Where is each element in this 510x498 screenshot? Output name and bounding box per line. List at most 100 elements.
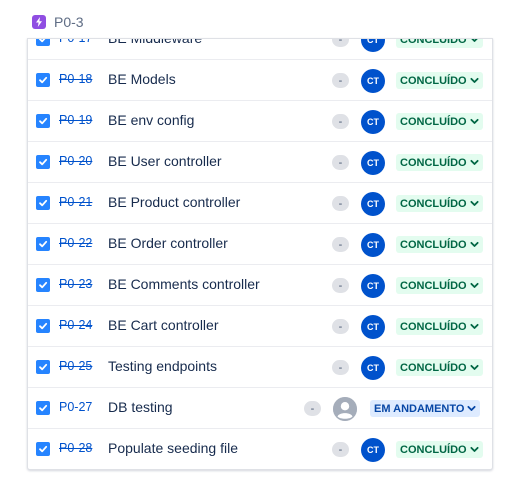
- issue-summary[interactable]: DB testing: [108, 399, 173, 415]
- assignee-avatar[interactable]: CT: [361, 38, 385, 52]
- issue-summary[interactable]: BE Order controller: [108, 235, 228, 251]
- status-label: CONCLUÍDO: [400, 74, 467, 87]
- assignee-avatar[interactable]: CT: [361, 356, 385, 380]
- priority-badge[interactable]: -: [332, 319, 349, 334]
- issue-row[interactable]: P0-17 BE Middleware - CT CONCLUÍDO: [28, 38, 492, 60]
- issue-row[interactable]: P0-20 BE User controller - CT CONCLUÍDO: [28, 142, 492, 183]
- child-issues-panel: P0-17 BE Middleware - CT CONCLUÍDO P0-18…: [27, 38, 493, 470]
- checkbox-checked-icon[interactable]: [36, 360, 50, 374]
- issue-summary[interactable]: Populate seeding file: [108, 440, 238, 456]
- status-dropdown[interactable]: CONCLUÍDO: [396, 441, 483, 458]
- status-dropdown[interactable]: CONCLUÍDO: [396, 72, 483, 89]
- checkbox-checked-icon[interactable]: [36, 155, 50, 169]
- priority-badge[interactable]: -: [332, 38, 349, 47]
- issue-key-link[interactable]: P0-20: [59, 154, 92, 168]
- issue-summary[interactable]: BE User controller: [108, 153, 222, 169]
- priority-badge[interactable]: -: [304, 401, 321, 416]
- checkbox-checked-icon[interactable]: [36, 73, 50, 87]
- status-label: CONCLUÍDO: [400, 197, 467, 210]
- issue-summary[interactable]: BE Comments controller: [108, 276, 260, 292]
- issue-key-link[interactable]: P0-23: [59, 277, 92, 291]
- checkbox-checked-icon[interactable]: [36, 237, 50, 251]
- issue-summary[interactable]: Testing endpoints: [108, 358, 217, 374]
- status-dropdown[interactable]: CONCLUÍDO: [396, 277, 483, 294]
- status-label: CONCLUÍDO: [400, 38, 467, 46]
- epic-key[interactable]: P0-3: [54, 14, 84, 30]
- issue-row[interactable]: P0-19 BE env config - CT CONCLUÍDO: [28, 101, 492, 142]
- priority-badge[interactable]: -: [332, 73, 349, 88]
- assignee-avatar[interactable]: CT: [361, 192, 385, 216]
- assignee-avatar[interactable]: CT: [361, 315, 385, 339]
- assignee-avatar[interactable]: CT: [361, 69, 385, 93]
- status-label: CONCLUÍDO: [400, 238, 467, 251]
- assignee-avatar[interactable]: CT: [361, 274, 385, 298]
- priority-badge[interactable]: -: [332, 196, 349, 211]
- priority-badge[interactable]: -: [332, 278, 349, 293]
- issue-row[interactable]: P0-21 BE Product controller - CT CONCLUÍ…: [28, 183, 492, 224]
- issue-key-link[interactable]: P0-21: [59, 195, 92, 209]
- priority-badge[interactable]: -: [332, 442, 349, 457]
- checkbox-checked-icon[interactable]: [36, 401, 50, 415]
- chevron-down-icon: [470, 118, 479, 124]
- priority-badge[interactable]: -: [332, 155, 349, 170]
- assignee-avatar[interactable]: CT: [361, 438, 385, 462]
- priority-badge[interactable]: -: [332, 114, 349, 129]
- priority-badge[interactable]: -: [332, 237, 349, 252]
- status-dropdown[interactable]: CONCLUÍDO: [396, 318, 483, 335]
- issue-key-link[interactable]: P0-22: [59, 236, 92, 250]
- chevron-down-icon: [470, 446, 479, 452]
- assignee-avatar[interactable]: CT: [361, 233, 385, 257]
- status-dropdown[interactable]: CONCLUÍDO: [396, 38, 483, 48]
- status-label: CONCLUÍDO: [400, 156, 467, 169]
- status-dropdown[interactable]: CONCLUÍDO: [396, 359, 483, 376]
- checkbox-checked-icon[interactable]: [36, 319, 50, 333]
- assignee-avatar[interactable]: CT: [361, 110, 385, 134]
- issue-row[interactable]: P0-27 DB testing - EM ANDAMENTO: [28, 388, 492, 429]
- status-dropdown[interactable]: EM ANDAMENTO: [370, 400, 481, 417]
- issue-key-link[interactable]: P0-18: [59, 72, 92, 86]
- status-label: CONCLUÍDO: [400, 361, 467, 374]
- issue-summary[interactable]: BE Product controller: [108, 194, 240, 210]
- issue-key-link[interactable]: P0-28: [59, 441, 92, 455]
- chevron-down-icon: [470, 282, 479, 288]
- issue-row[interactable]: P0-22 BE Order controller - CT CONCLUÍDO: [28, 224, 492, 265]
- checkbox-checked-icon[interactable]: [36, 442, 50, 456]
- issue-key-link[interactable]: P0-17: [59, 38, 92, 45]
- issue-row[interactable]: P0-24 BE Cart controller - CT CONCLUÍDO: [28, 306, 492, 347]
- panel-divider: [27, 38, 493, 39]
- chevron-down-icon: [470, 323, 479, 329]
- issue-summary[interactable]: BE Models: [108, 71, 176, 87]
- issue-key-link[interactable]: P0-25: [59, 359, 92, 373]
- issue-summary[interactable]: BE Middleware: [108, 38, 202, 46]
- status-dropdown[interactable]: CONCLUÍDO: [396, 195, 483, 212]
- default-avatar-icon[interactable]: [333, 397, 357, 421]
- priority-badge[interactable]: -: [332, 360, 349, 375]
- assignee-avatar[interactable]: CT: [361, 151, 385, 175]
- issue-row[interactable]: P0-25 Testing endpoints - CT CONCLUÍDO: [28, 347, 492, 388]
- checkbox-checked-icon[interactable]: [36, 114, 50, 128]
- issue-key-link[interactable]: P0-24: [59, 318, 92, 332]
- issue-row[interactable]: P0-28 Populate seeding file - CT CONCLUÍ…: [28, 429, 492, 469]
- status-dropdown[interactable]: CONCLUÍDO: [396, 236, 483, 253]
- checkbox-checked-icon[interactable]: [36, 278, 50, 292]
- epic-header[interactable]: P0-3: [32, 12, 92, 32]
- status-dropdown[interactable]: CONCLUÍDO: [396, 154, 483, 171]
- issue-row[interactable]: P0-23 BE Comments controller - CT CONCLU…: [28, 265, 492, 306]
- checkbox-checked-icon[interactable]: [36, 196, 50, 210]
- chevron-down-icon: [470, 159, 479, 165]
- issue-summary[interactable]: BE Cart controller: [108, 317, 218, 333]
- issue-key-link[interactable]: P0-19: [59, 113, 92, 127]
- chevron-down-icon: [470, 77, 479, 83]
- issue-list: P0-17 BE Middleware - CT CONCLUÍDO P0-18…: [28, 38, 492, 469]
- status-label: CONCLUÍDO: [400, 443, 467, 456]
- issue-summary[interactable]: BE env config: [108, 112, 194, 128]
- status-label: CONCLUÍDO: [400, 115, 467, 128]
- chevron-down-icon: [467, 405, 477, 411]
- issue-row[interactable]: P0-18 BE Models - CT CONCLUÍDO: [28, 60, 492, 101]
- checkbox-checked-icon[interactable]: [36, 38, 50, 46]
- epic-lightning-icon: [32, 15, 46, 29]
- status-label: CONCLUÍDO: [400, 279, 467, 292]
- chevron-down-icon: [470, 200, 479, 206]
- status-dropdown[interactable]: CONCLUÍDO: [396, 113, 483, 130]
- issue-key-link[interactable]: P0-27: [59, 400, 92, 414]
